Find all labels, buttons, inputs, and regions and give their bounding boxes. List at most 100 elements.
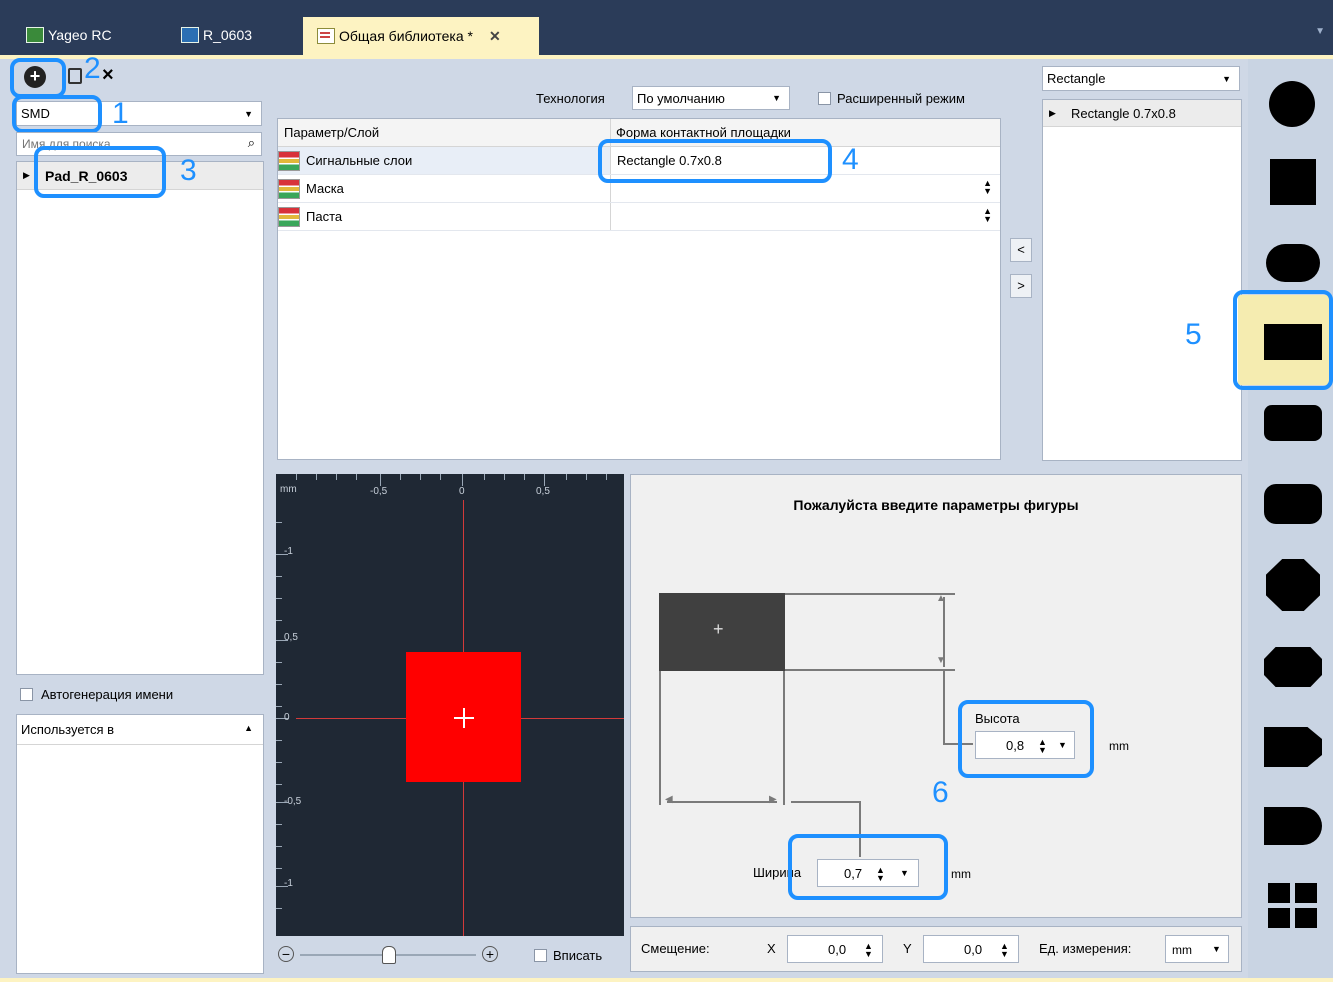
zoom-out-icon[interactable]: −: [278, 946, 294, 962]
spinner-icon[interactable]: ▲ ▼: [983, 179, 992, 196]
tab-yageo-rc[interactable]: Yageo RC: [0, 18, 150, 51]
autogen-checkbox[interactable]: Автогенерация имени: [20, 687, 173, 702]
offset-bar: Смещение: X 0,0 ▲ ▼ Y 0,0 ▲ ▼ Ед. измерени…: [630, 926, 1242, 972]
checkbox-box[interactable]: [20, 688, 33, 701]
layer-icon: [278, 178, 300, 199]
fit-checkbox[interactable]: Вписать: [534, 948, 602, 963]
d-chamfer-shape-icon[interactable]: [1264, 727, 1322, 767]
offset-label: Смещение:: [641, 941, 710, 956]
collapse-arrow-icon[interactable]: ▲: [244, 723, 253, 733]
circle-shape-icon[interactable]: [1269, 81, 1315, 127]
offset-y-input[interactable]: 0,0 ▲ ▼: [923, 935, 1019, 963]
dim-line: [783, 671, 785, 805]
technology-value: По умолчанию: [637, 90, 725, 106]
y-tick-label: -0,5: [284, 796, 302, 807]
spinner-icon[interactable]: ▲ ▼: [864, 942, 873, 959]
x-tick-label: -0,5: [370, 486, 388, 497]
square-shape-icon[interactable]: [1270, 159, 1316, 205]
tab-list-dropdown-icon[interactable]: ▼: [1315, 26, 1325, 37]
oval-shape-icon[interactable]: [1266, 244, 1320, 282]
highlight-width: [788, 834, 948, 900]
used-in-header[interactable]: Используется в ▲: [17, 715, 263, 745]
horizontal-ruler: mm -0,5 0 0,5: [276, 474, 624, 500]
chevron-down-icon[interactable]: ▼: [1212, 944, 1221, 954]
shape-filter-select[interactable]: Rectangle ▼: [1042, 66, 1240, 91]
expand-arrow-icon[interactable]: ▶: [1049, 108, 1056, 119]
arrow-right-icon: ▶: [769, 794, 777, 805]
y-tick-label: -1: [284, 878, 293, 889]
component-icon: [181, 26, 199, 43]
units-select[interactable]: mm ▼: [1165, 935, 1229, 963]
tab-common-library[interactable]: Общая библиотека * ✕: [303, 17, 539, 55]
tab-r-0603[interactable]: R_0603: [155, 18, 285, 51]
copy-icon[interactable]: [68, 68, 82, 84]
annotation-3: 3: [180, 154, 197, 187]
arrow-left-icon: ◀: [665, 794, 673, 805]
checkbox-box[interactable]: [818, 92, 831, 105]
document-tab-bar: Yageo RC R_0603 Общая библиотека * ✕ ▼: [0, 0, 1333, 55]
search-icon[interactable]: ⌕: [248, 135, 255, 151]
d-shape-icon[interactable]: [1264, 807, 1322, 845]
shape-cell[interactable]: ▲ ▼: [610, 203, 1000, 230]
used-in-panel: Используется в ▲: [16, 714, 264, 974]
rounded-rect-shape-icon[interactable]: [1264, 405, 1322, 441]
ruler-unit: mm: [280, 484, 297, 495]
annotation-6: 6: [932, 776, 949, 809]
technology-select[interactable]: По умолчанию ▼: [632, 86, 790, 110]
x-tick-label: 0: [459, 486, 465, 497]
offset-y-label: Y: [903, 941, 912, 956]
move-left-button[interactable]: <: [1010, 238, 1032, 262]
width-unit: mm: [951, 867, 971, 881]
chamfered-shape-icon[interactable]: [1264, 647, 1322, 687]
shape-filter-value: Rectangle: [1047, 71, 1106, 86]
shape-list-item[interactable]: ▶ Rectangle 0.7x0.8: [1043, 100, 1241, 127]
highlight-type: [12, 95, 102, 133]
width-dim-arrow: [667, 801, 777, 803]
shape-diagram: +: [659, 593, 785, 671]
pad-tree: ▶ Pad_R_0603: [16, 161, 264, 675]
y-tick-label: 0,5: [284, 632, 298, 643]
layer-name: Паста: [306, 209, 343, 224]
tab-label: Yageo RC: [48, 26, 112, 43]
expand-arrow-icon[interactable]: ▶: [23, 170, 30, 181]
bottom-accent: [0, 978, 1333, 982]
col-param-header: Параметр/Слой: [284, 125, 380, 140]
fit-label: Вписать: [553, 948, 603, 963]
annotation-2: 2: [84, 52, 101, 85]
leader-line: [943, 671, 945, 745]
tab-label: Общая библиотека *: [339, 28, 473, 44]
tab-label: R_0603: [203, 26, 253, 43]
offset-x-input[interactable]: 0,0 ▲ ▼: [787, 935, 883, 963]
tab-underline: [0, 55, 1333, 59]
zoom-slider-handle[interactable]: [382, 946, 396, 964]
advanced-mode-checkbox[interactable]: Расширенный режим: [818, 91, 965, 106]
shape-list-item-label: Rectangle 0.7x0.8: [1071, 106, 1176, 121]
leader-line: [791, 801, 861, 803]
highlight-shape-cell: [598, 139, 832, 183]
document-icon: [317, 28, 335, 44]
center-cross-icon: +: [713, 619, 724, 639]
delete-icon[interactable]: ×: [102, 64, 114, 87]
dim-line: [785, 669, 955, 671]
layer-name: Маска: [306, 181, 344, 196]
pad-preview-canvas[interactable]: mm -0,5 0 0,5 -1 0,5 0 -0,5 -1: [276, 474, 624, 936]
rounded-rect-large-shape-icon[interactable]: [1264, 484, 1322, 524]
grid-shape-icon[interactable]: [1268, 883, 1318, 929]
checkbox-box[interactable]: [534, 949, 547, 962]
params-title: Пожалуйста введите параметры фигуры: [793, 497, 1079, 513]
library-icon: [26, 26, 44, 43]
table-row[interactable]: Паста ▲ ▼: [278, 203, 1000, 231]
close-tab-icon[interactable]: ✕: [489, 28, 501, 45]
spinner-icon[interactable]: ▲ ▼: [1000, 942, 1009, 959]
layer-icon: [278, 206, 300, 227]
octagon-shape-icon[interactable]: [1266, 559, 1320, 611]
highlight-add: [10, 58, 66, 98]
layer-icon: [278, 150, 300, 171]
zoom-in-icon[interactable]: +: [482, 946, 498, 962]
dim-line: [659, 671, 661, 805]
used-in-label: Используется в: [21, 722, 115, 737]
col-shape-header: Форма контактной площадки: [616, 125, 791, 140]
offset-x-label: X: [767, 941, 776, 956]
spinner-icon[interactable]: ▲ ▼: [983, 207, 992, 224]
move-right-button[interactable]: >: [1010, 274, 1032, 298]
